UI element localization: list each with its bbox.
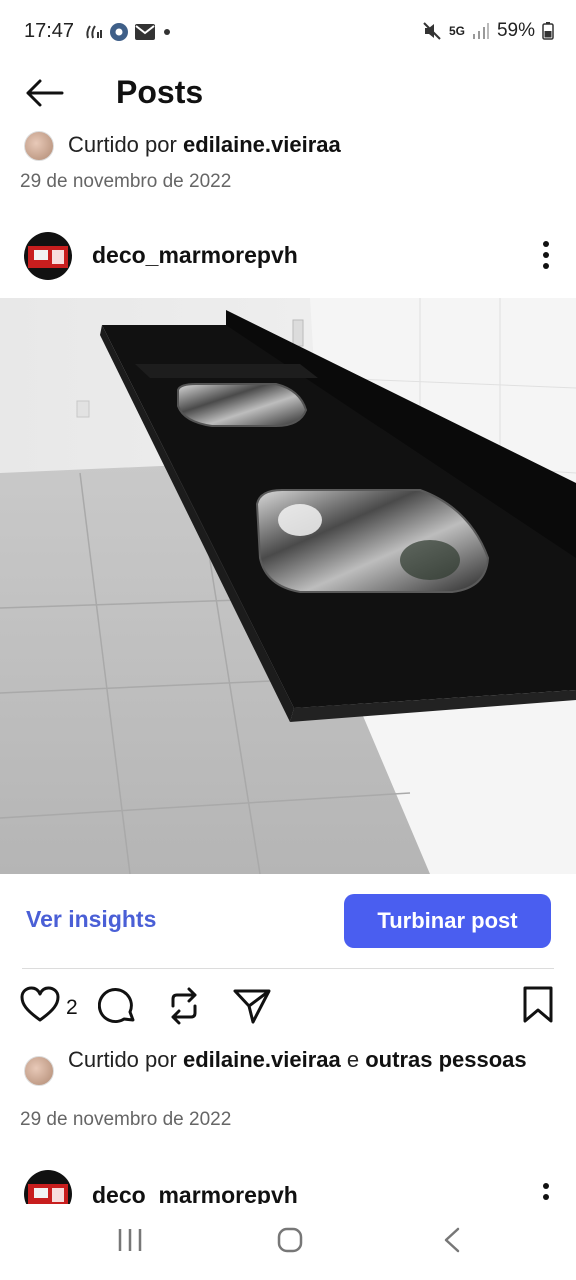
mail-icon bbox=[135, 24, 155, 40]
like-count[interactable]: 2 bbox=[66, 996, 78, 1020]
back-arrow-icon[interactable] bbox=[24, 78, 64, 108]
view-insights-link[interactable]: Ver insights bbox=[26, 906, 156, 933]
battery-percent: 59% bbox=[496, 20, 535, 41]
liked-by-avatar bbox=[24, 1056, 54, 1086]
liked-by-username[interactable]: edilaine.vieiraa bbox=[183, 1047, 341, 1072]
notification-icons bbox=[84, 22, 173, 42]
battery-icon bbox=[542, 22, 554, 40]
system-nav-bar bbox=[0, 1204, 576, 1280]
liked-by-others[interactable]: outras pessoas bbox=[365, 1047, 526, 1072]
boost-post-button[interactable]: Turbinar post bbox=[344, 894, 551, 948]
system-icons: 5G 59% bbox=[422, 20, 554, 42]
post-username[interactable]: deco_marmorepvh bbox=[92, 242, 298, 269]
signal-icon bbox=[472, 23, 489, 39]
back-nav-icon[interactable] bbox=[440, 1226, 464, 1254]
nfc-icon bbox=[86, 25, 102, 39]
liked-by-text: Curtido por edilaine.vieiraa e outras pe… bbox=[68, 1047, 527, 1072]
repost-icon[interactable] bbox=[165, 986, 203, 1026]
post-actions: 2 bbox=[0, 984, 576, 1030]
previous-post-date: 29 de novembro de 2022 bbox=[20, 171, 232, 192]
more-options-icon[interactable] bbox=[542, 1182, 550, 1206]
share-icon[interactable] bbox=[232, 986, 272, 1026]
next-post-header: deco_marmorepvh bbox=[0, 1166, 576, 1206]
location-badge-icon bbox=[110, 23, 128, 41]
next-post-avatar[interactable] bbox=[24, 1170, 72, 1206]
liked-by-text: Curtido por edilaine.vieiraa bbox=[68, 132, 341, 157]
liked-by-username[interactable]: edilaine.vieiraa bbox=[183, 132, 341, 157]
post-liked-by[interactable]: Curtido por edilaine.vieiraa e outras pe… bbox=[24, 1046, 538, 1086]
bookmark-icon[interactable] bbox=[522, 986, 554, 1024]
comment-icon[interactable] bbox=[98, 986, 138, 1026]
home-icon[interactable] bbox=[276, 1226, 304, 1254]
post-photo[interactable] bbox=[0, 298, 576, 874]
status-bar: 17:47 5G 59% bbox=[0, 0, 576, 66]
more-options-icon[interactable] bbox=[542, 240, 550, 270]
dot-icon bbox=[164, 29, 170, 35]
liked-by-avatar bbox=[24, 131, 54, 161]
post-date: 29 de novembro de 2022 bbox=[20, 1109, 232, 1130]
previous-liked-by[interactable]: Curtido por edilaine.vieiraa bbox=[24, 131, 341, 161]
recent-apps-icon[interactable] bbox=[116, 1226, 144, 1254]
top-app-bar: Posts bbox=[0, 66, 576, 122]
next-post-username[interactable]: deco_marmorepvh bbox=[92, 1182, 298, 1206]
divider bbox=[22, 968, 554, 969]
post-header: deco_marmorepvh bbox=[0, 228, 576, 284]
status-time: 17:47 bbox=[24, 20, 75, 42]
heart-icon[interactable] bbox=[20, 986, 60, 1024]
page-title: Posts bbox=[116, 74, 204, 110]
mute-icon bbox=[423, 22, 441, 40]
post-avatar[interactable] bbox=[24, 232, 72, 280]
network-type: 5G bbox=[448, 24, 465, 38]
